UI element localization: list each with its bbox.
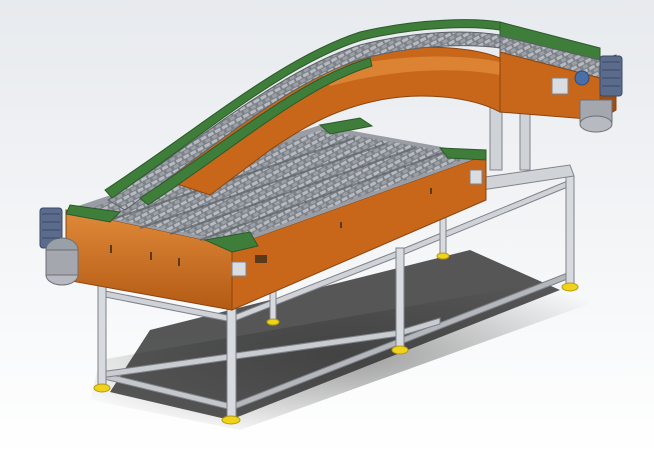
junction-box [231,261,247,277]
conveyor-scene [0,0,654,455]
drive-cover [551,77,569,95]
junction-box-right [469,169,483,185]
